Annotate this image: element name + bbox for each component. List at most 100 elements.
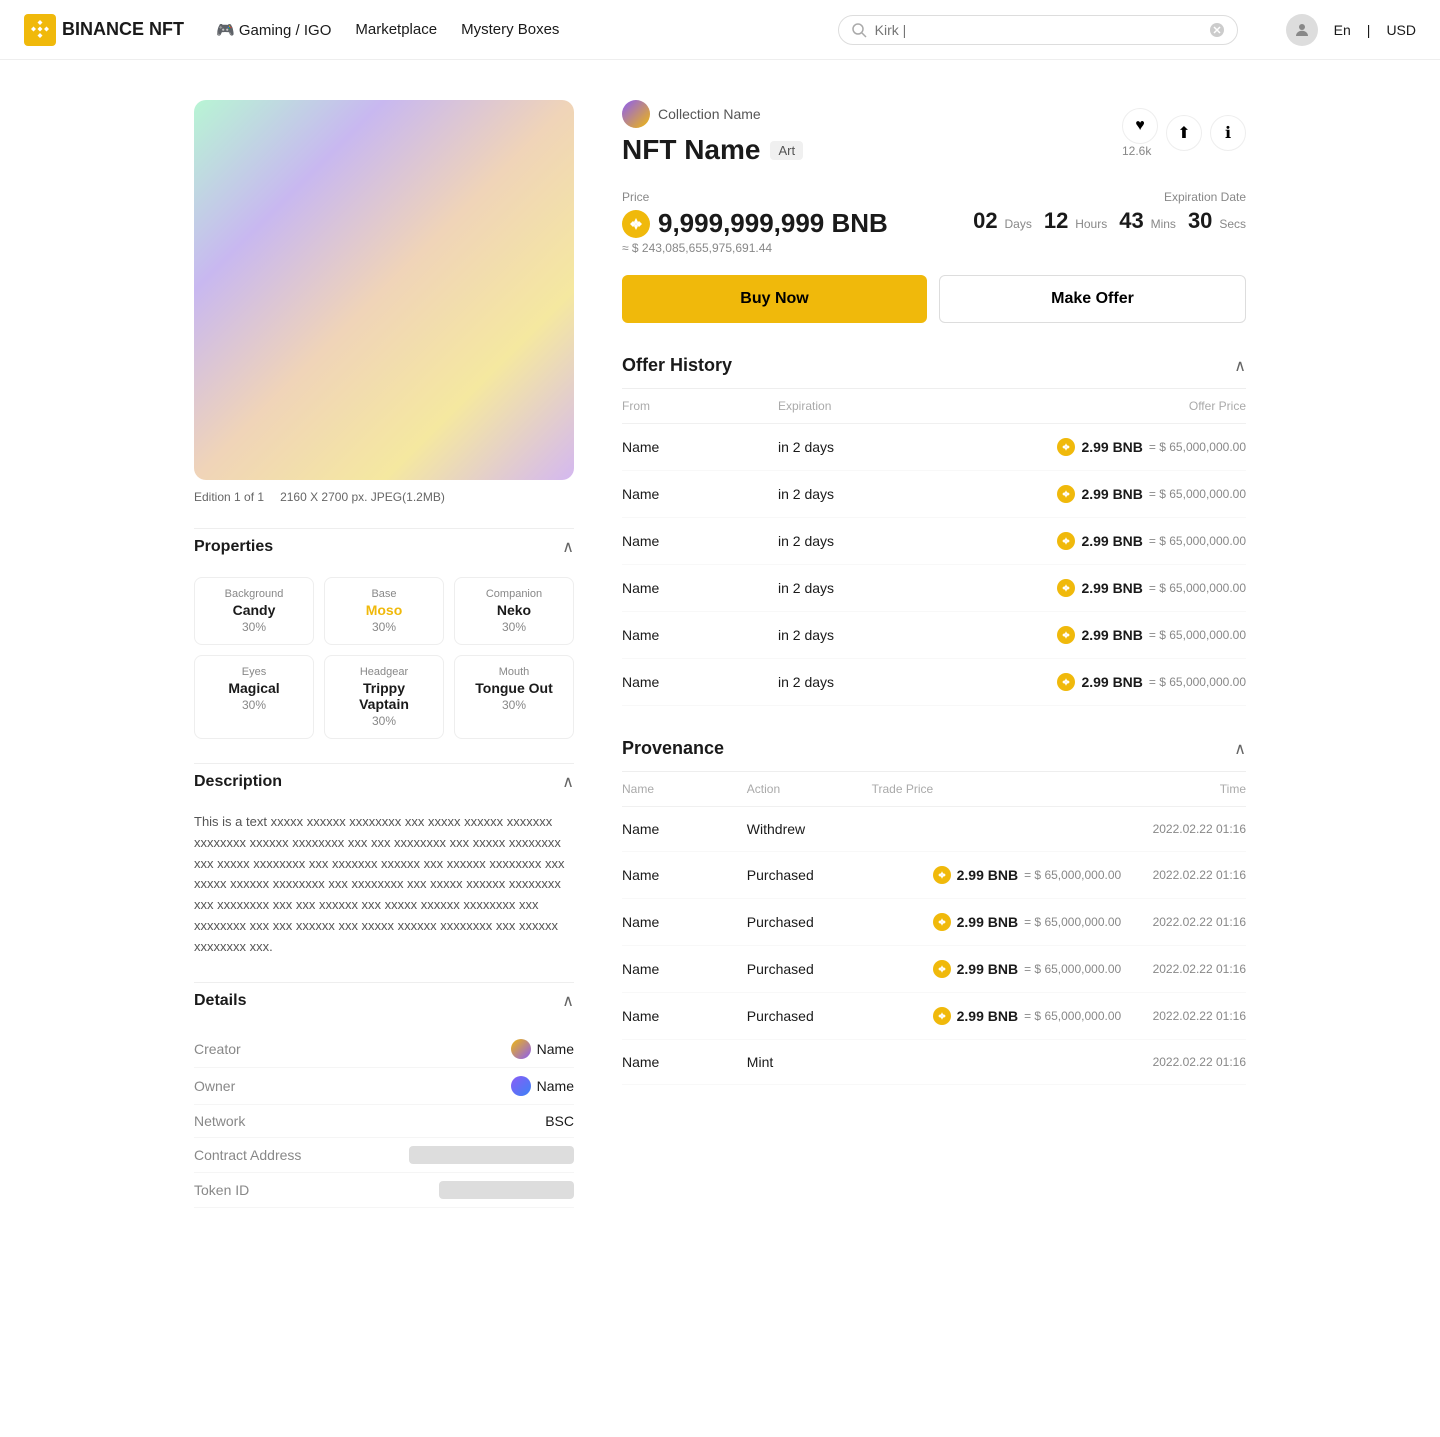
like-button[interactable]: ♥ [1122,108,1158,144]
provenance-row: Name Purchased 2.99 BNB = $ 65,000,000.0… [622,852,1246,899]
offer-from[interactable]: Name [622,486,778,502]
nft-title-block: Collection Name NFT Name Art [622,100,803,170]
prop-type: Background [207,588,301,600]
prov-price-bnb: 2.99 BNB [957,914,1018,930]
buy-now-button[interactable]: Buy Now [622,275,927,323]
collection-row: Collection Name [622,100,803,128]
prop-pct: 30% [337,714,431,728]
binance-logo-icon [24,14,56,46]
details-list: Creator Name Owner Name Network [194,1031,574,1208]
prov-name[interactable]: Name [622,821,747,837]
expiry-mins-item: 43 Mins [1119,208,1176,234]
offer-from[interactable]: Name [622,674,778,690]
offer-price-usd: = $ 65,000,000.00 [1149,534,1246,548]
prov-name[interactable]: Name [622,1008,747,1024]
properties-section: Properties ∧ Background Candy 30% Base M… [194,528,574,739]
properties-header[interactable]: Properties ∧ [194,528,574,565]
details-header[interactable]: Details ∧ [194,982,574,1019]
search-bar[interactable] [838,15,1238,45]
logo[interactable]: BINANCE NFT [24,14,184,46]
nav-gaming[interactable]: 🎮 Gaming / IGO [216,21,331,39]
prov-col-action: Action [747,782,872,796]
offer-price-bnb: 2.99 BNB [1081,533,1142,549]
creator-row: Creator Name [194,1031,574,1068]
provenance-rows: Name Withdrew 2022.02.22 01:16 Name Purc… [622,807,1246,1085]
bnb-icon [622,210,650,238]
prov-action: Purchased [747,867,872,883]
prov-price-usd: = $ 65,000,000.00 [1024,915,1121,929]
offer-from[interactable]: Name [622,580,778,596]
search-input[interactable] [875,22,1201,38]
prop-pct: 30% [467,698,561,712]
description-title: Description [194,773,282,791]
offer-expiration: in 2 days [778,439,934,455]
nav-mystery-boxes[interactable]: Mystery Boxes [461,21,559,38]
share-button[interactable]: ⬆ [1166,115,1202,151]
provenance-chevron[interactable]: ∧ [1234,739,1246,759]
col-expiration: Expiration [778,399,934,413]
token-value[interactable]: 0xabcdef1234567890 [439,1181,574,1199]
offer-price-bnb: 2.99 BNB [1081,627,1142,643]
creator-name[interactable]: Name [537,1041,574,1057]
description-header[interactable]: Description ∧ [194,763,574,800]
offer-from[interactable]: Name [622,627,778,643]
expiry-mins: 43 [1119,208,1143,233]
prop-value: Neko [467,602,561,618]
offer-history-row: Name in 2 days 2.99 BNB = $ 65,000,000.0… [622,565,1246,612]
bnb-mini-icon [937,870,947,880]
prov-action: Mint [747,1054,872,1070]
expiry-mins-label: Mins [1151,217,1176,231]
nav-marketplace[interactable]: Marketplace [355,21,437,38]
clear-icon[interactable] [1209,22,1225,38]
property-card: Headgear Trippy Vaptain 30% [324,655,444,739]
bnb-small-icon [1057,532,1075,550]
language-selector[interactable]: En [1334,22,1351,38]
prop-pct: 30% [207,698,301,712]
prov-time: 2022.02.22 01:16 [1121,868,1246,882]
offer-price-bnb: 2.99 BNB [1081,486,1142,502]
right-column: Collection Name NFT Name Art ♥ 12.6k ⬆ ℹ [622,100,1246,1208]
prov-time: 2022.02.22 01:16 [1121,915,1246,929]
collection-name[interactable]: Collection Name [658,106,761,122]
details-title: Details [194,992,246,1010]
currency-selector[interactable]: USD [1386,22,1416,38]
offer-history-chevron[interactable]: ∧ [1234,356,1246,376]
prov-action: Purchased [747,1008,872,1024]
prov-name[interactable]: Name [622,1054,747,1070]
creator-label: Creator [194,1041,241,1057]
price-block: 9,999,999,999 BNB ≈ $ 243,085,655,975,69… [622,208,888,255]
property-card: Eyes Magical 30% [194,655,314,739]
offer-price: 2.99 BNB = $ 65,000,000.00 [934,673,1246,691]
person-icon [1293,21,1311,39]
network-value: BSC [545,1113,574,1129]
properties-grid: Background Candy 30% Base Moso 30% Compa… [194,577,574,739]
prov-price: 2.99 BNB = $ 65,000,000.00 [872,1007,1122,1025]
price-row: 9,999,999,999 BNB ≈ $ 243,085,655,975,69… [622,208,1246,255]
prop-value: Trippy Vaptain [337,680,431,712]
info-button[interactable]: ℹ [1210,115,1246,151]
provenance-col-headers: Name Action Trade Price Time [622,772,1246,807]
properties-title: Properties [194,538,273,556]
user-avatar[interactable] [1286,14,1318,46]
property-card: Mouth Tongue Out 30% [454,655,574,739]
offer-history-row: Name in 2 days 2.99 BNB = $ 65,000,000.0… [622,471,1246,518]
network-row: Network BSC [194,1105,574,1138]
bnb-small-icon [1057,579,1075,597]
network-label: Network [194,1113,245,1129]
prov-name[interactable]: Name [622,914,747,930]
provenance-row: Name Purchased 2.99 BNB = $ 65,000,000.0… [622,993,1246,1040]
owner-name[interactable]: Name [537,1078,574,1094]
prov-name[interactable]: Name [622,867,747,883]
prov-name[interactable]: Name [622,961,747,977]
prov-time: 2022.02.22 01:16 [1121,1055,1246,1069]
owner-row: Owner Name [194,1068,574,1105]
contract-value[interactable]: 0xabcdef1234567890abcd [409,1146,574,1164]
left-column: Edition 1 of 1 2160 X 2700 px. JPEG(1.2M… [194,100,574,1208]
bnb-small-icon [1057,438,1075,456]
offer-price-usd: = $ 65,000,000.00 [1149,628,1246,642]
offer-from[interactable]: Name [622,533,778,549]
offer-price: 2.99 BNB = $ 65,000,000.00 [934,626,1246,644]
offer-expiration: in 2 days [778,627,934,643]
offer-from[interactable]: Name [622,439,778,455]
make-offer-button[interactable]: Make Offer [939,275,1246,323]
